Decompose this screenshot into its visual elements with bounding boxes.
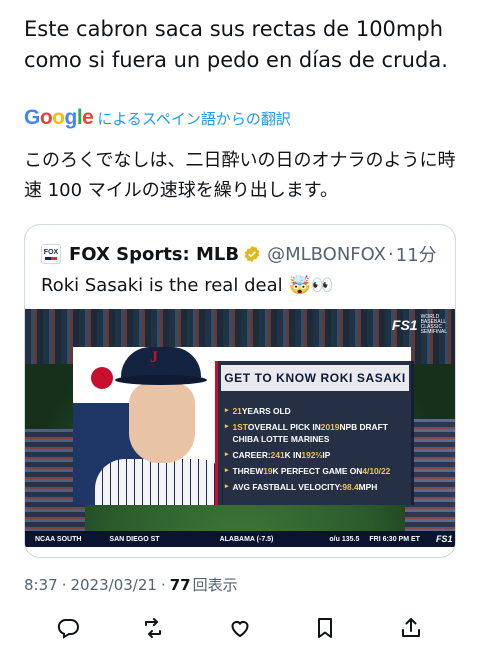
info-line: ▸ AVG FASTBALL VELOCITY: 98.4 MPH <box>225 482 378 492</box>
bookmark-icon[interactable] <box>313 616 337 640</box>
quoted-text: Roki Sasaki is the real deal 🤯👀 <box>41 273 333 299</box>
japan-flag-sun <box>91 367 113 389</box>
info-line: ▸ 21 YEARS OLD <box>225 406 291 416</box>
info-line: ▸ CAREER: 241 K IN 192⅔ IP <box>225 450 331 460</box>
emoji: 🤯👀 <box>288 275 334 296</box>
tweet-date[interactable]: 2023/03/21 <box>70 576 156 594</box>
google-logo: Google <box>24 106 94 129</box>
like-icon[interactable] <box>228 616 252 640</box>
broadcast-bug: FS1 WORLD BASEBALL CLASSIC SEMIFINAL <box>392 315 447 335</box>
tweet-time[interactable]: 8:37 <box>24 576 58 594</box>
translation-header[interactable]: Google によるスペイン語からの翻訳 <box>24 106 291 130</box>
quoted-timestamp[interactable]: 11分 <box>396 241 437 267</box>
player-cap-brim <box>115 375 207 385</box>
network-logo: FS1 <box>391 317 418 333</box>
quoted-tweet-header: FOX FOX Sports: MLB @MLBONFOX · 11分 <box>41 241 437 267</box>
tweet-meta: 8:37 · 2023/03/21 · 77 回表示 <box>24 574 238 595</box>
ticker-item: FRI 6:30 PM ET <box>369 535 420 543</box>
info-card-lines: ▸ 21 YEARS OLD ▸ 1ST OVERALL PICK IN 2019 … <box>225 403 411 495</box>
verified-badge-icon <box>244 245 260 263</box>
separator-dot: · <box>388 243 394 265</box>
quoted-author-name[interactable]: FOX Sports: MLB <box>69 244 239 265</box>
ticker-item: FS1 <box>435 534 453 544</box>
quoted-media-image[interactable]: J GET TO KNOW ROKI SASAKI ▸ 21 YEARS OLD … <box>25 309 455 547</box>
reply-icon[interactable] <box>56 616 80 640</box>
quoted-tweet[interactable]: FOX FOX Sports: MLB @MLBONFOX · 11分 Roki… <box>24 224 456 558</box>
ticker-item: SAN DIEGO ST <box>109 535 160 543</box>
tweet-text: Este cabron saca sus rectas de 100mph co… <box>24 17 448 72</box>
share-icon[interactable] <box>399 616 423 640</box>
info-card-title: GET TO KNOW ROKI SASAKI <box>221 365 409 391</box>
ticker-item: ALABAMA (-7.5) <box>219 535 274 543</box>
retweet-icon[interactable] <box>141 616 165 640</box>
separator-dot: · <box>61 575 67 594</box>
view-label: 回表示 <box>192 576 238 594</box>
player-jersey <box>95 459 229 505</box>
view-count: 77 <box>169 575 191 594</box>
fox-sports-avatar[interactable]: FOX <box>41 244 61 264</box>
cap-logo: J <box>150 349 158 366</box>
quoted-author-handle[interactable]: @MLBONFOX <box>267 244 386 265</box>
ticker-item: o/u 135.5 <box>329 535 360 543</box>
translated-text: このろくでなしは、二日酔いの日のオナラのように時速 100 マイルの速球を繰り出… <box>24 150 456 201</box>
score-ticker: NCAA SOUTH SAN DIEGO ST ALABAMA (-7.5) o… <box>25 531 455 547</box>
action-bar <box>0 612 480 644</box>
translation-label[interactable]: によるスペイン語からの翻訳 <box>97 108 291 129</box>
ticker-item: NCAA SOUTH <box>35 535 82 543</box>
info-line: ▸ THREW 19 K PERFECT GAME ON 4/10/22 <box>225 466 391 476</box>
quoted-text-body: Roki Sasaki is the real deal <box>41 275 283 296</box>
separator-dot: · <box>160 575 166 594</box>
wbc-logo: WORLD BASEBALL CLASSIC SEMIFINAL <box>420 314 447 335</box>
player-face <box>129 383 195 463</box>
